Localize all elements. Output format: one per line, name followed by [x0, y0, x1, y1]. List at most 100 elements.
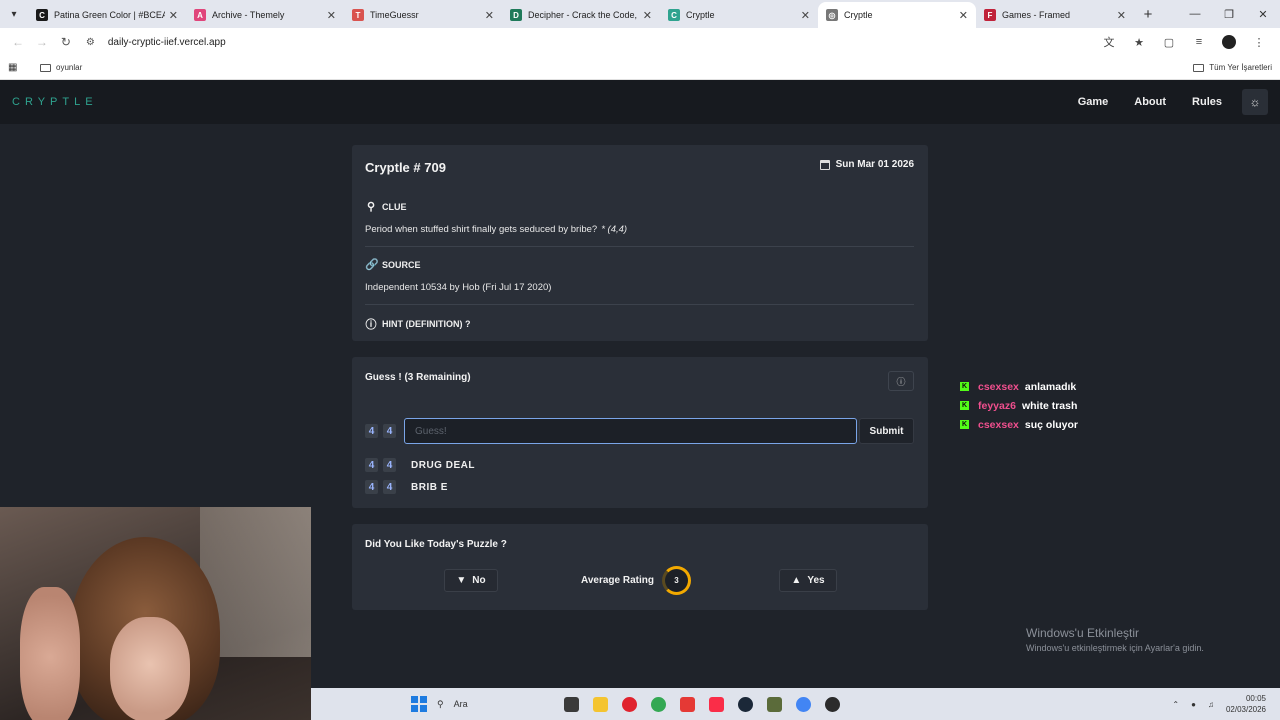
- puzzle-card: Cryptle # 709 Sun Mar 01 2026 ⚲ CLUE Per…: [352, 145, 928, 341]
- guess-input-row: 4 4: [365, 418, 857, 444]
- browser-tab[interactable]: F Games - Framed ✕: [976, 2, 1134, 28]
- task-view-icon[interactable]: [560, 692, 584, 716]
- bolt-app-icon[interactable]: [676, 692, 700, 716]
- chrome-icon[interactable]: [647, 692, 671, 716]
- clue-enumeration: * (4,4): [601, 224, 628, 235]
- theme-toggle-button[interactable]: ☼: [1242, 89, 1268, 115]
- file-explorer-icon[interactable]: [589, 692, 613, 716]
- close-window-icon[interactable]: ✕: [1246, 8, 1280, 21]
- previous-guess-word: BRIB E: [411, 481, 448, 493]
- bookmark-folder[interactable]: oyunlar: [40, 63, 82, 72]
- puzzle-title: Cryptle # 709: [365, 160, 446, 175]
- rating-ring: 3: [661, 566, 691, 595]
- steam-icon[interactable]: [734, 692, 758, 716]
- taskbar-search[interactable]: ⚲ Ara: [437, 692, 557, 716]
- browser-tab-active[interactable]: ◎ Cryptle ✕: [818, 2, 976, 28]
- media-icon[interactable]: ≡: [1184, 36, 1214, 48]
- clue-heading-label: CLUE: [382, 201, 407, 212]
- apps-grid-icon[interactable]: ▦: [8, 62, 32, 73]
- vote-no-button[interactable]: ▼ No: [444, 569, 498, 592]
- chat-username: csexsex: [978, 418, 1019, 431]
- tab-close-icon[interactable]: ✕: [643, 9, 652, 22]
- rating-title: Did You Like Today's Puzzle ?: [365, 539, 507, 550]
- tab-title: Cryptle: [844, 10, 873, 20]
- translate-icon[interactable]: 文: [1094, 34, 1124, 50]
- clue-sentence: Period when stuffed shirt finally gets s…: [365, 224, 598, 235]
- browser-tab-strip: ▾ C Patina Green Color | #BCEAB7 ✕ A Arc…: [0, 0, 1280, 28]
- address-bar[interactable]: ⚙ daily-cryptic-iief.vercel.app: [86, 31, 1094, 53]
- clock-date: 02/03/2026: [1225, 705, 1266, 714]
- extensions-icon[interactable]: ▢: [1154, 36, 1184, 49]
- windows-activation-watermark: Windows'u Etkinleştir Windows'u etkinleş…: [1026, 626, 1204, 653]
- calendar-icon: [819, 159, 830, 170]
- submit-button[interactable]: Submit: [859, 418, 914, 444]
- chevron-up-icon[interactable]: ⌃: [1172, 700, 1179, 709]
- webcam-face: [110, 617, 190, 720]
- start-menu-icon[interactable]: [411, 696, 427, 712]
- guess-input[interactable]: [404, 418, 857, 444]
- microphone-icon[interactable]: ●: [1191, 700, 1196, 709]
- question-icon: ⓘ: [896, 376, 906, 387]
- browser-tab[interactable]: C Patina Green Color | #BCEAB7 ✕: [28, 2, 186, 28]
- tab-close-icon[interactable]: ✕: [485, 9, 494, 22]
- source-heading: 🔗 SOURCE: [365, 258, 421, 271]
- reload-icon[interactable]: ↻: [54, 35, 78, 49]
- browser-tab[interactable]: D Decipher - Crack the Code, Rev ✕: [502, 2, 660, 28]
- previous-guess-word: DRUG DEAL: [411, 459, 475, 471]
- forward-icon[interactable]: →: [30, 35, 54, 49]
- system-clock[interactable]: 00:05 02/03/2026: [1226, 693, 1266, 715]
- tab-favicon-icon: T: [352, 9, 364, 21]
- menu-icon[interactable]: ⋮: [1244, 36, 1274, 49]
- restore-icon[interactable]: ❐: [1212, 8, 1246, 21]
- tab-close-icon[interactable]: ✕: [327, 9, 336, 22]
- chrome-active-icon[interactable]: [792, 692, 816, 716]
- guess-title: Guess ! (3 Remaining): [365, 372, 471, 383]
- tab-title: Decipher - Crack the Code, Rev: [528, 10, 639, 20]
- word-length-badge: 4: [365, 424, 378, 438]
- tab-close-icon[interactable]: ✕: [1117, 9, 1126, 22]
- folder-icon: [1193, 63, 1205, 72]
- browser-tab[interactable]: A Archive - Themely ✕: [186, 2, 344, 28]
- chat-text: suç oluyor: [1024, 418, 1078, 431]
- back-icon[interactable]: ←: [6, 35, 30, 49]
- vote-yes-label: Yes: [807, 575, 825, 586]
- browser-tab[interactable]: C Cryptle ✕: [660, 2, 818, 28]
- folder-icon: [40, 63, 51, 72]
- clue-text: Period when stuffed shirt finally gets s…: [365, 224, 627, 235]
- tab-close-icon[interactable]: ✕: [801, 9, 810, 22]
- chat-username: csexsex: [978, 380, 1019, 393]
- opera-icon[interactable]: [618, 692, 642, 716]
- windows-taskbar: ⚲ Ara ⌃ ● ♫ 00:05 02/03/2026: [311, 688, 1280, 720]
- average-rating: Average Rating 3: [581, 566, 691, 595]
- nav-rules-link[interactable]: Rules: [1192, 96, 1222, 108]
- tab-favicon-icon: C: [36, 9, 48, 21]
- tab-search-icon[interactable]: ▾: [0, 0, 28, 28]
- music-app-icon[interactable]: [705, 692, 729, 716]
- chat-username: feyyaz6: [978, 399, 1016, 412]
- nav-about-link[interactable]: About: [1134, 96, 1166, 108]
- tab-close-icon[interactable]: ✕: [959, 9, 968, 22]
- site-logo[interactable]: CRYPTLE: [12, 96, 98, 108]
- link-icon: 🔗: [365, 259, 379, 271]
- site-info-icon[interactable]: ⚙: [86, 37, 102, 48]
- hint-toggle[interactable]: ⓘ HINT (DEFINITION) ?: [365, 316, 471, 332]
- word-length-badge: 4: [365, 458, 378, 472]
- help-button[interactable]: ⓘ: [888, 371, 914, 391]
- nav-game-link[interactable]: Game: [1078, 96, 1109, 108]
- previous-guess: 4 4 BRIB E: [365, 480, 448, 494]
- obs-icon[interactable]: [821, 692, 845, 716]
- tab-close-icon[interactable]: ✕: [169, 9, 178, 22]
- minimize-icon[interactable]: —: [1178, 8, 1212, 21]
- new-tab-button[interactable]: +: [1134, 6, 1162, 23]
- site-header: CRYPTLE Game About Rules ☼: [0, 80, 1280, 124]
- speaker-icon[interactable]: ♫: [1208, 700, 1214, 709]
- all-bookmarks-label: Tüm Yer İşaretleri: [1209, 63, 1272, 72]
- divider: [365, 304, 914, 305]
- vote-yes-button[interactable]: ▲ Yes: [779, 569, 837, 592]
- profile-avatar[interactable]: [1222, 35, 1236, 49]
- all-bookmarks[interactable]: Tüm Yer İşaretleri: [1193, 63, 1272, 72]
- clock-time: 00:05: [1245, 694, 1266, 703]
- game-app-icon[interactable]: [763, 692, 787, 716]
- bookmark-star-icon[interactable]: ★: [1124, 36, 1154, 49]
- browser-tab[interactable]: T TimeGuessr ✕: [344, 2, 502, 28]
